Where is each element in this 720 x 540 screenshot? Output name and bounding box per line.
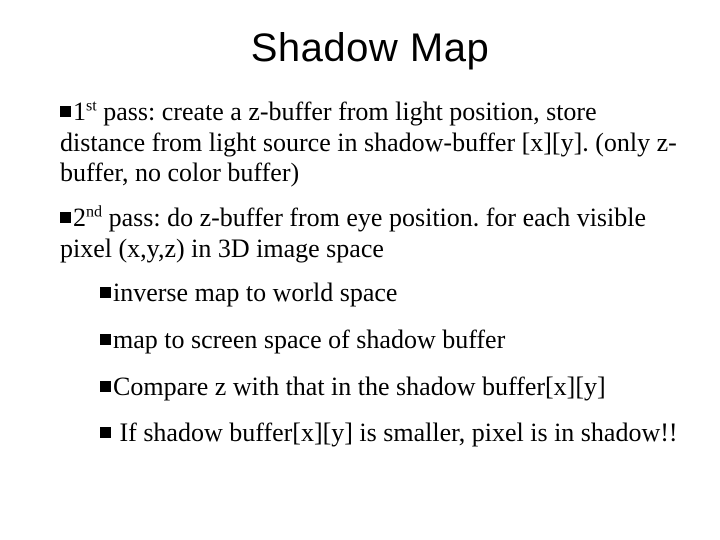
sub-bullet-map-screen: map to screen space of shadow buffer	[100, 325, 680, 356]
text: 2	[73, 203, 86, 232]
sub-bullet-list: inverse map to world space map to screen…	[100, 278, 680, 449]
bullet-icon	[100, 427, 111, 438]
text: 1	[73, 97, 86, 126]
text: pass: do z-buffer from eye position. for…	[60, 203, 646, 263]
slide-title: Shadow Map	[60, 26, 680, 71]
bullet-icon	[100, 334, 111, 345]
bullet-icon	[100, 287, 111, 298]
text: If shadow buffer[x][y] is smaller, pixel…	[113, 418, 678, 447]
bullet-icon	[100, 381, 111, 392]
ordinal-suffix: nd	[86, 203, 102, 220]
bullet-icon	[60, 212, 71, 223]
text: inverse map to world space	[113, 278, 397, 307]
sub-bullet-shadow-check: If shadow buffer[x][y] is smaller, pixel…	[100, 418, 680, 449]
text: Compare z with that in the shadow buffer…	[113, 372, 606, 401]
bullet-icon	[60, 106, 71, 117]
sub-bullet-compare-z: Compare z with that in the shadow buffer…	[100, 372, 680, 403]
slide: Shadow Map 1st pass: create a z-buffer f…	[0, 0, 720, 540]
sub-bullet-inverse-map: inverse map to world space	[100, 278, 680, 309]
bullet-pass-1: 1st pass: create a z-buffer from light p…	[60, 97, 680, 189]
bullet-pass-2: 2nd pass: do z-buffer from eye position.…	[60, 203, 680, 264]
text: map to screen space of shadow buffer	[113, 325, 505, 354]
text: pass: create a z-buffer from light posit…	[60, 97, 677, 187]
ordinal-suffix: st	[86, 97, 97, 114]
